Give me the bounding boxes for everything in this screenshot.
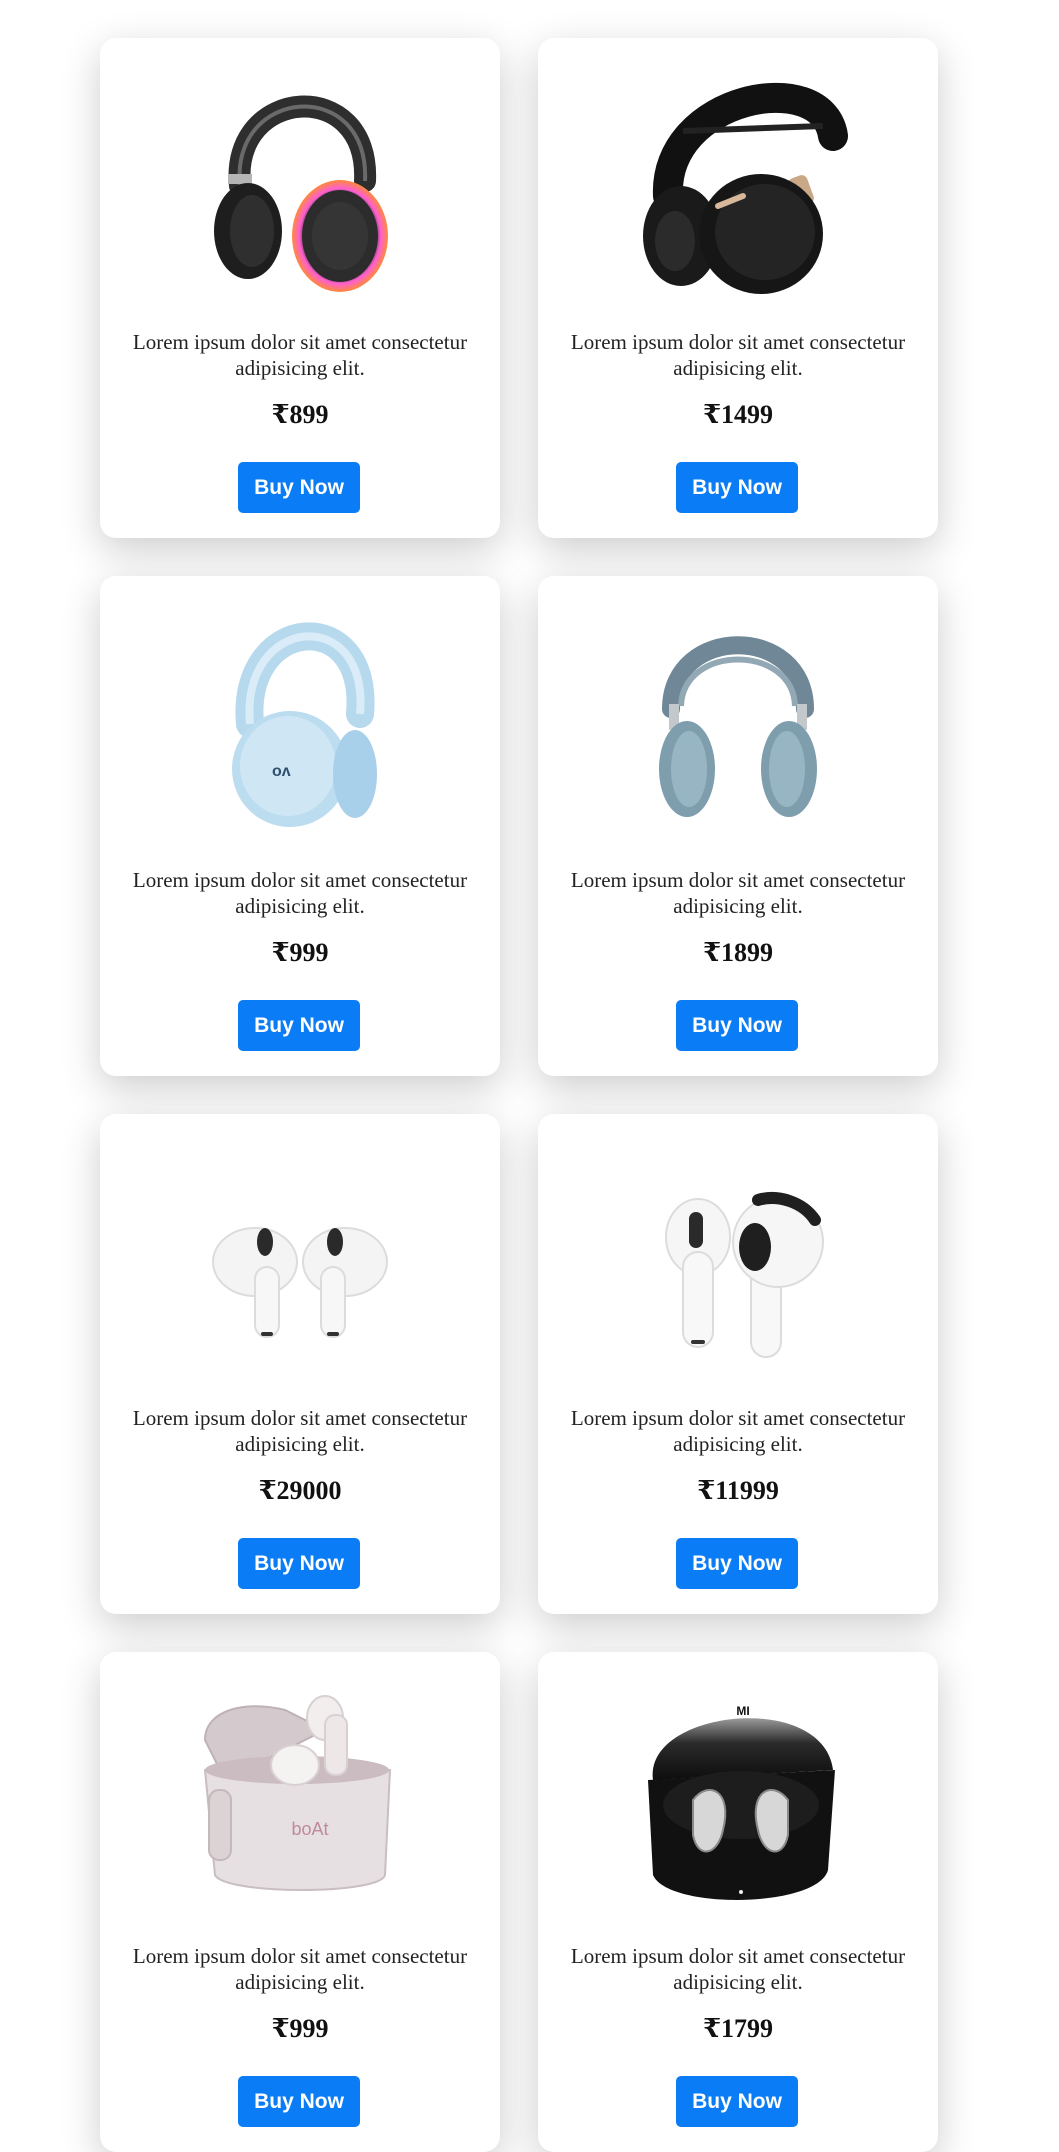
product-price: ₹1499	[702, 400, 774, 429]
product-image	[538, 594, 938, 840]
product-description: Lorem ipsum dolor sit amet consectetur a…	[132, 1944, 468, 1994]
product-image: oʌ	[100, 594, 500, 840]
product-image	[538, 56, 938, 302]
product-description: Lorem ipsum dolor sit amet consectetur a…	[570, 1406, 906, 1456]
product-grid: Lorem ipsum dolor sit amet consectetur a…	[100, 38, 938, 2152]
product-description: Lorem ipsum dolor sit amet consectetur a…	[132, 1406, 468, 1456]
svg-text:oʌ: oʌ	[272, 763, 291, 780]
product-card: Lorem ipsum dolor sit amet consectetur a…	[538, 38, 938, 538]
case-logo: MI	[736, 1704, 749, 1718]
product-card: Lorem ipsum dolor sit amet consectetur a…	[538, 576, 938, 1076]
product-image	[100, 56, 500, 302]
headphones-image	[214, 95, 388, 292]
buy-now-button[interactable]: Buy Now	[238, 2076, 360, 2127]
buy-now-button[interactable]: Buy Now	[676, 462, 798, 513]
earbuds-case-image: boAt	[203, 1695, 392, 1891]
product-price: ₹1799	[702, 2014, 774, 2043]
case-logo: boAt	[291, 1819, 328, 1839]
product-price: ₹899	[271, 400, 329, 429]
earbuds-case-image: MI	[648, 1704, 835, 1900]
product-card: oʌ Lorem ipsum dolor sit amet consectetu…	[100, 576, 500, 1076]
product-card: MI Lorem ipsum dolor sit amet consectetu…	[538, 1652, 938, 2152]
product-image	[538, 1132, 938, 1378]
buy-now-button[interactable]: Buy Now	[238, 1538, 360, 1589]
headphones-image	[659, 636, 817, 817]
earbuds-image	[212, 1227, 388, 1338]
product-description: Lorem ipsum dolor sit amet consectetur a…	[570, 1944, 906, 1994]
product-image	[100, 1132, 500, 1378]
buy-now-button[interactable]: Buy Now	[238, 1000, 360, 1051]
product-image: boAt	[100, 1670, 500, 1916]
headphones-image	[643, 82, 848, 294]
product-description: Lorem ipsum dolor sit amet consectetur a…	[570, 330, 906, 380]
product-card: boAt Lorem ipsum dolor sit amet consecte…	[100, 1652, 500, 2152]
buy-now-button[interactable]: Buy Now	[238, 462, 360, 513]
buy-now-button[interactable]: Buy Now	[676, 1538, 798, 1589]
product-description: Lorem ipsum dolor sit amet consectetur a…	[132, 868, 468, 918]
product-price: ₹999	[271, 2014, 329, 2043]
product-price: ₹999	[271, 938, 329, 967]
product-card: Lorem ipsum dolor sit amet consectetur a…	[100, 1114, 500, 1614]
product-description: Lorem ipsum dolor sit amet consectetur a…	[132, 330, 468, 380]
product-card: Lorem ipsum dolor sit amet consectetur a…	[538, 1114, 938, 1614]
headphones-image: oʌ	[232, 622, 377, 827]
product-price: ₹29000	[258, 1476, 342, 1505]
earbuds-image	[665, 1192, 824, 1358]
product-description: Lorem ipsum dolor sit amet consectetur a…	[570, 868, 906, 918]
product-price: ₹1899	[702, 938, 774, 967]
buy-now-button[interactable]: Buy Now	[676, 1000, 798, 1051]
product-price: ₹11999	[697, 1476, 779, 1505]
product-card: Lorem ipsum dolor sit amet consectetur a…	[100, 38, 500, 538]
buy-now-button[interactable]: Buy Now	[676, 2076, 798, 2127]
product-image: MI	[538, 1670, 938, 1916]
